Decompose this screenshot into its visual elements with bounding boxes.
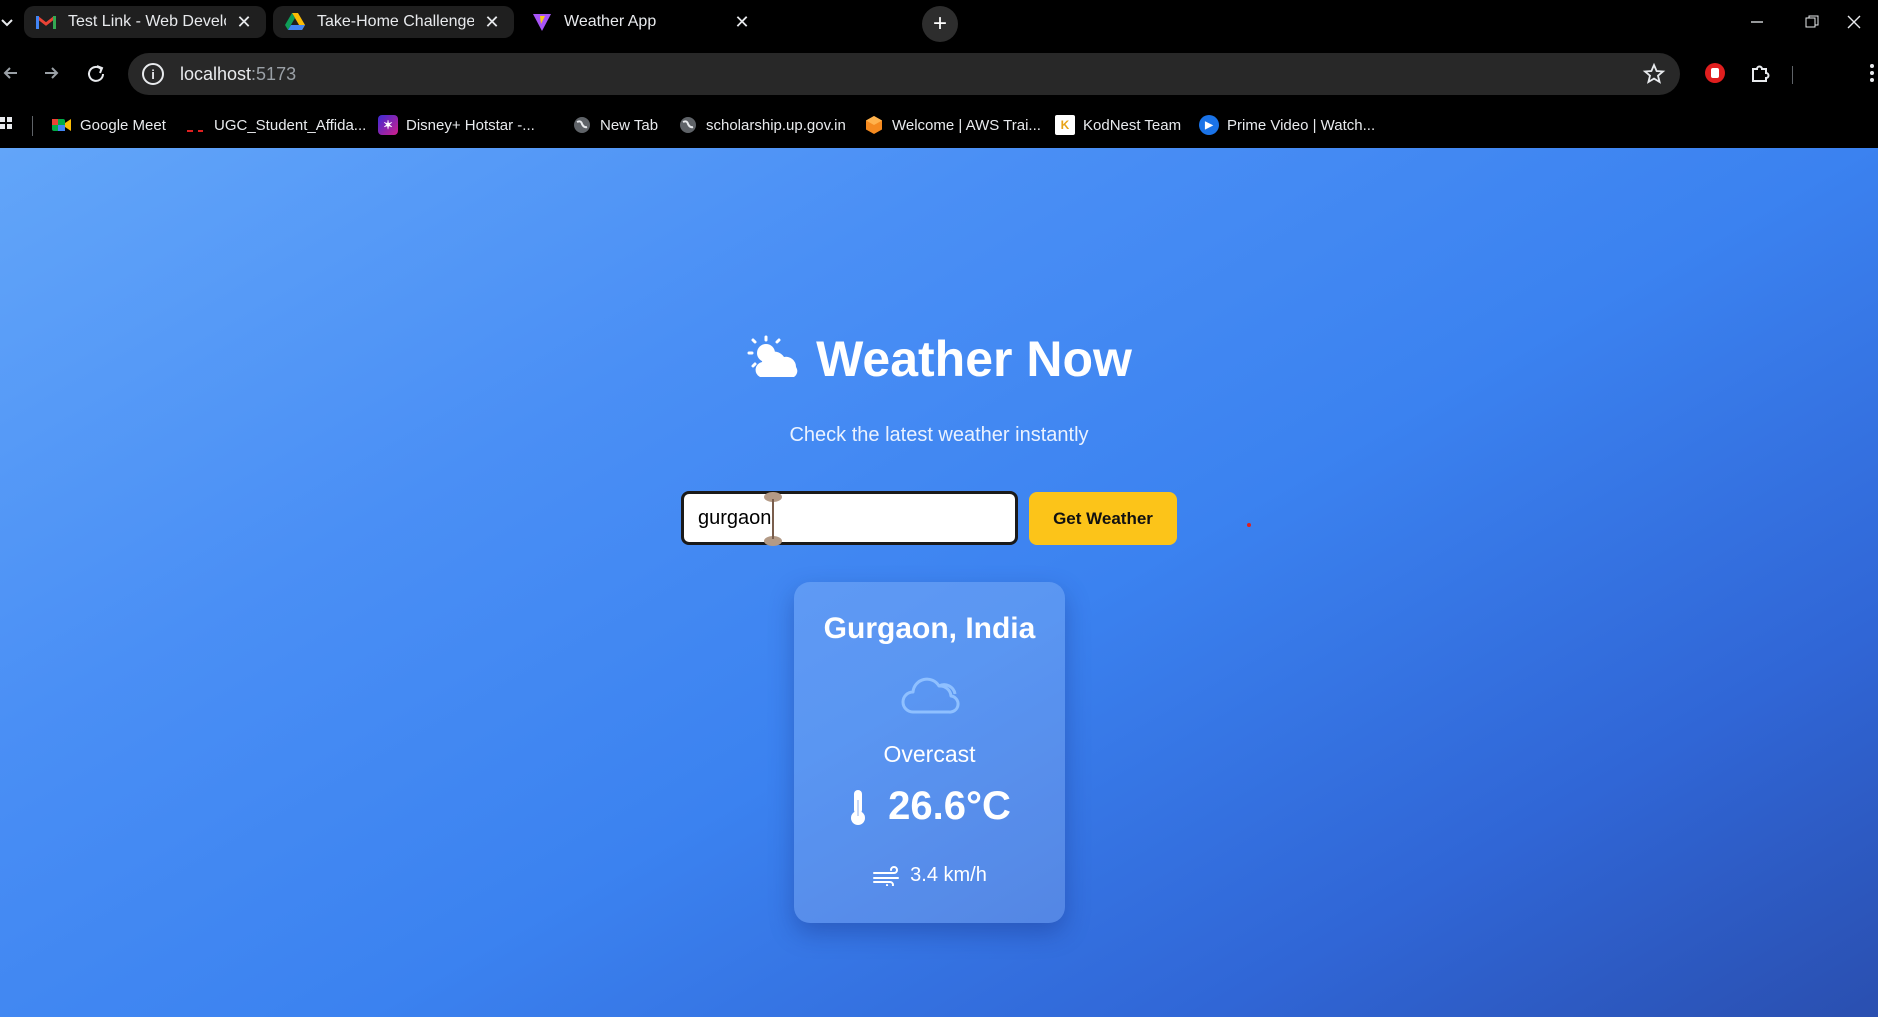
address-bar[interactable]: i localhost:5173 xyxy=(128,53,1680,95)
thermometer-icon xyxy=(851,789,866,825)
bookmark-label: scholarship.up.gov.in xyxy=(706,116,846,134)
tab-title: Test Link - Web Developer || Ag xyxy=(68,13,226,30)
restore-icon[interactable] xyxy=(1788,6,1836,38)
bookmark-label: Prime Video | Watch... xyxy=(1227,116,1376,134)
bookmark-label: Welcome | AWS Trai... xyxy=(892,116,1041,134)
temperature-row: 26.6°C xyxy=(794,784,1065,829)
globe-icon xyxy=(678,115,698,135)
weather-app-page: Weather Now Check the latest weather ins… xyxy=(0,148,1878,1017)
bookmark-label: UGC_Student_Affida... xyxy=(214,116,367,134)
google-meet-icon xyxy=(52,115,72,135)
bookmark-google-meet[interactable]: Google Meet xyxy=(52,115,166,135)
bookmark-star-icon[interactable] xyxy=(1642,62,1666,86)
title-text: Weather Now xyxy=(816,331,1132,387)
weather-condition: Overcast xyxy=(883,741,976,767)
tab-weather-app[interactable]: Weather App ✕ xyxy=(520,6,764,38)
bookmark-kodnest[interactable]: K KodNest Team xyxy=(1055,115,1181,135)
extensions-puzzle-icon[interactable] xyxy=(1745,58,1775,88)
search-input-value: gurgaon xyxy=(698,506,772,529)
wind-speed-value: 3.4 km/h xyxy=(910,864,987,886)
bookmark-ugc-student[interactable]: UGC_Student_Affida... xyxy=(186,115,366,135)
bookmark-scholarship[interactable]: scholarship.up.gov.in xyxy=(678,115,846,135)
aws-icon xyxy=(864,115,884,135)
back-icon[interactable] xyxy=(0,58,26,88)
extension-stop-icon[interactable] xyxy=(1700,58,1730,88)
hotstar-icon: ✶ xyxy=(378,115,398,135)
apps-grid-icon[interactable] xyxy=(0,115,14,133)
bookmarks-bar: Google Meet UGC_Student_Affida... ✶ Disn… xyxy=(0,104,1878,148)
close-icon[interactable]: ✕ xyxy=(234,12,254,32)
prime-video-icon: ▶ xyxy=(1199,115,1219,135)
city-search-input[interactable]: gurgaon xyxy=(681,491,1018,545)
wind-icon xyxy=(873,865,900,886)
close-icon[interactable]: ✕ xyxy=(732,12,752,32)
wind-row: 3.4 km/h xyxy=(794,864,1065,887)
red-dot-marker xyxy=(1247,523,1251,527)
kodnest-icon: K xyxy=(1055,115,1075,135)
site-info-icon[interactable]: i xyxy=(142,63,164,85)
temperature-value: 26.6°C xyxy=(888,784,1011,828)
bookmark-label: KodNest Team xyxy=(1083,116,1182,134)
forward-icon[interactable] xyxy=(36,58,66,88)
bookmark-label: Disney+ Hotstar -... xyxy=(406,116,535,134)
reload-icon[interactable] xyxy=(81,58,111,88)
google-drive-icon xyxy=(285,12,305,32)
document-icon xyxy=(186,115,206,135)
tab-test-link[interactable]: Test Link - Web Developer || Ag ✕ xyxy=(24,6,266,38)
tab-title: Weather App xyxy=(564,13,657,30)
cloud-icon xyxy=(901,677,960,714)
globe-icon xyxy=(572,115,592,135)
minimize-icon[interactable] xyxy=(1733,6,1781,38)
tab-bar: Test Link - Web Developer || Ag ✕ Take-H… xyxy=(0,0,1878,44)
weather-result-card: Gurgaon, India Overcast 26.6°C 3.4 km/h xyxy=(794,582,1065,923)
sun-behind-cloud-icon xyxy=(746,335,802,383)
vite-icon xyxy=(532,12,552,32)
bookmark-new-tab[interactable]: New Tab xyxy=(572,115,658,135)
get-weather-button[interactable]: Get Weather xyxy=(1029,492,1177,545)
toolbar-divider xyxy=(1792,66,1793,84)
tab-search-chevron-icon[interactable] xyxy=(0,12,14,32)
ibeam-cursor-icon xyxy=(764,492,782,546)
bookmarks-divider xyxy=(32,116,33,136)
bookmark-hotstar[interactable]: ✶ Disney+ Hotstar -... xyxy=(378,115,535,135)
tab-title: Take-Home Challenge for UI (1) xyxy=(317,13,474,30)
bookmark-label: New Tab xyxy=(600,116,659,134)
bookmark-prime-video[interactable]: ▶ Prime Video | Watch... xyxy=(1199,115,1375,135)
tab-take-home[interactable]: Take-Home Challenge for UI (1) ✕ xyxy=(273,6,514,38)
browser-toolbar: i localhost:5173 xyxy=(0,44,1878,104)
gmail-icon xyxy=(36,12,56,32)
close-window-icon[interactable] xyxy=(1830,6,1878,38)
bookmark-label: Google Meet xyxy=(80,116,166,134)
close-icon[interactable]: ✕ xyxy=(482,12,502,32)
bookmark-aws[interactable]: Welcome | AWS Trai... xyxy=(864,115,1041,135)
new-tab-button[interactable]: + xyxy=(922,6,958,42)
url-text: localhost:5173 xyxy=(180,63,297,84)
location-name: Gurgaon, India xyxy=(823,612,1036,645)
menu-kebab-icon[interactable] xyxy=(1857,58,1878,88)
page-title: Weather Now xyxy=(0,330,1878,388)
page-subtitle: Check the latest weather instantly xyxy=(789,424,1089,446)
